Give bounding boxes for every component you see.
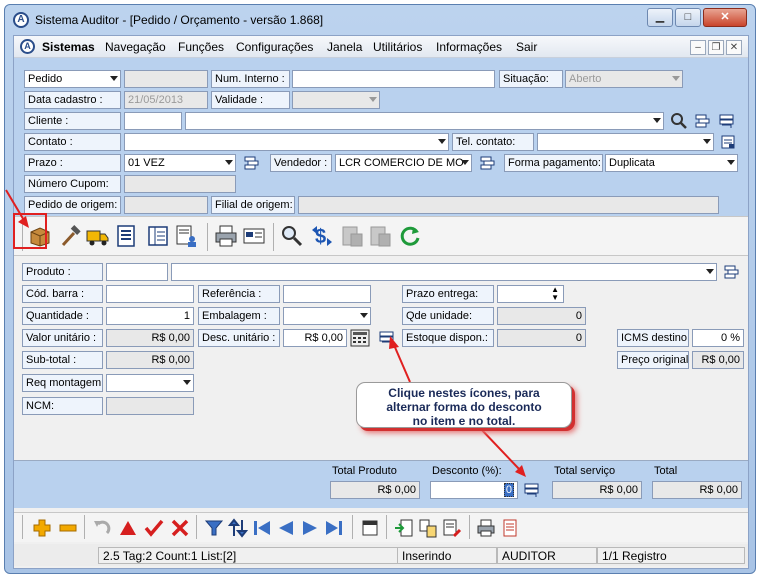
tooltip-line-2: alternar forma do desconto	[386, 400, 542, 414]
annotation-overlay	[5, 189, 526, 477]
tooltip-line-1: Clique nestes ícones, para	[388, 386, 540, 400]
annotation-highlight-box	[13, 213, 47, 249]
annotation-arrow-toolbar	[5, 189, 26, 223]
tooltip-line-3: no item e no total.	[412, 414, 516, 428]
annotation-arrow-item	[393, 344, 411, 383]
tooltip-callout: Clique nestes ícones, para alternar form…	[356, 382, 572, 428]
annotation-arrowhead-item	[389, 336, 399, 349]
annotation-arrow-total	[479, 427, 521, 471]
